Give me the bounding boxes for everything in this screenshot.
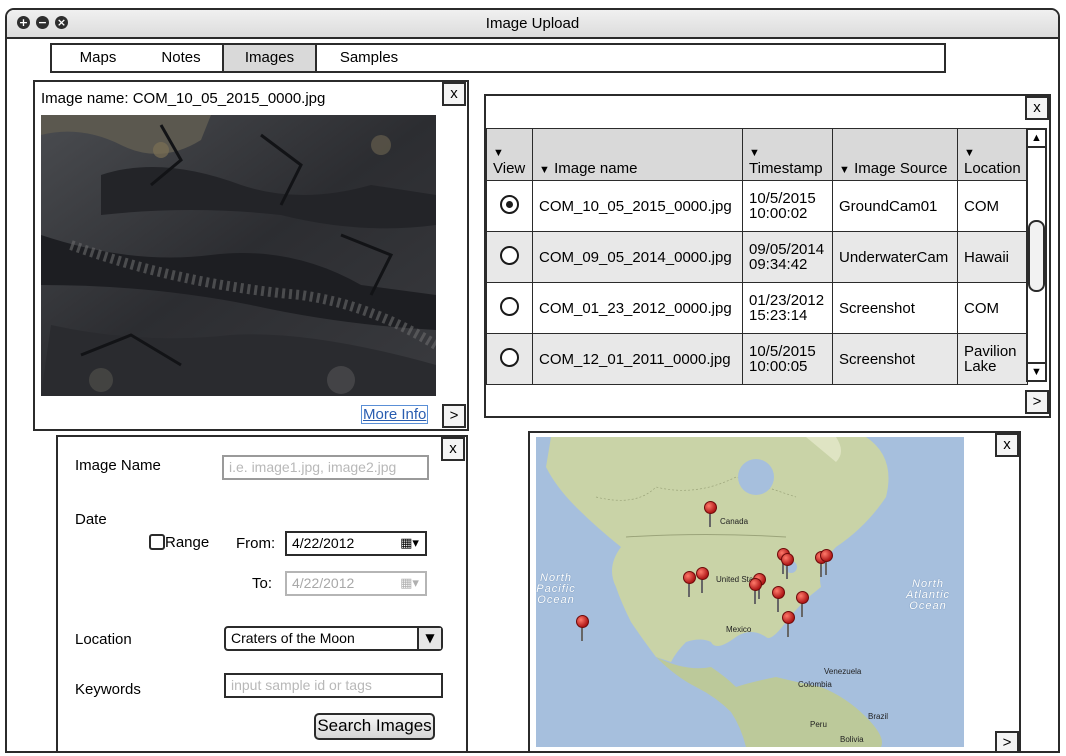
map-pin-icon[interactable] [820, 549, 833, 575]
tab-bar: Maps Notes Images Samples [50, 43, 946, 73]
chevron-down-icon[interactable]: ▼ [417, 628, 441, 649]
scroll-down-icon[interactable]: ▼ [1028, 362, 1045, 380]
map-label-peru: Peru [810, 720, 827, 729]
preview-image [41, 115, 436, 396]
map-pin-icon[interactable] [576, 615, 589, 641]
map-panel: x Canada United States Mexico Venezuela … [528, 431, 1021, 751]
search-images-button[interactable]: Search Images [314, 713, 435, 740]
location-cell: Pavilion Lake [957, 333, 1028, 385]
scroll-up-icon[interactable]: ▲ [1028, 130, 1045, 148]
sort-arrow-icon: ▼ [964, 147, 975, 159]
results-panel-next-button[interactable]: > [1025, 390, 1049, 414]
calendar-disabled-icon: ▦▾ [400, 576, 419, 591]
image-name-cell: COM_01_23_2012_0000.jpg [532, 282, 743, 334]
view-radio[interactable] [500, 245, 519, 265]
map-label-canada: Canada [720, 517, 749, 526]
timestamp-cell: 09/05/2014 09:34:42 [742, 231, 833, 283]
sort-arrow-icon: ▼ [539, 164, 550, 176]
column-header-image-source[interactable]: ▼ Image Source [832, 128, 958, 181]
tab-samples[interactable]: Samples [320, 45, 418, 71]
map-pin-icon[interactable] [782, 611, 795, 637]
map-label-bolivia: Bolivia [840, 735, 864, 744]
location-cell: Hawaii [957, 231, 1028, 283]
image-name-input[interactable]: i.e. image1.jpg, image2.jpg [222, 455, 429, 480]
image-name-cell: COM_12_01_2011_0000.jpg [532, 333, 743, 385]
map-panel-close-button[interactable]: x [995, 433, 1019, 457]
table-row[interactable]: COM_10_05_2015_0000.jpg 10/5/2015 10:00:0… [486, 180, 1028, 232]
keywords-label: Keywords [75, 681, 141, 698]
view-radio[interactable] [500, 296, 519, 316]
image-name-label: Image Name [75, 457, 161, 474]
image-upload-window: + − × Image Upload Maps Notes Images Sam… [5, 8, 1060, 753]
map-label-colombia: Colombia [798, 680, 832, 689]
location-select[interactable]: Craters of the Moon [224, 626, 443, 651]
map-label-mexico: Mexico [726, 625, 752, 634]
map-label-venezuela: Venezuela [824, 667, 862, 676]
map-pin-icon[interactable] [704, 501, 717, 527]
tab-images[interactable]: Images [222, 45, 317, 71]
sort-arrow-icon: ▼ [493, 147, 504, 159]
image-source-cell: UnderwaterCam [832, 231, 958, 283]
range-label: Range [165, 534, 210, 551]
map-pin-icon[interactable] [696, 567, 709, 593]
location-cell: COM [957, 180, 1028, 232]
image-panel-close-button[interactable]: x [442, 82, 466, 106]
tab-maps[interactable]: Maps [60, 45, 136, 71]
map-pin-icon[interactable] [781, 553, 794, 579]
map-panel-next-button[interactable]: > [995, 731, 1019, 751]
map-label-north-atlantic: North Atlantic Ocean [905, 578, 951, 612]
map-pin-icon[interactable] [796, 591, 809, 617]
location-cell: COM [957, 282, 1028, 334]
range-checkbox-group[interactable]: Range [149, 534, 209, 551]
map-pin-icon[interactable] [772, 586, 785, 612]
map-label-north-pacific: North Pacific Ocean [536, 572, 576, 606]
table-row[interactable]: COM_01_23_2012_0000.jpg 01/23/2012 15:23:… [486, 282, 1028, 334]
sort-arrow-icon: ▼ [839, 164, 850, 176]
to-label: To: [252, 575, 273, 592]
image-preview-panel: Image name: COM_10_05_2015_0000.jpg x Mo… [33, 80, 469, 431]
table-row[interactable]: COM_12_01_2011_0000.jpg 10/5/2015 10:00:0… [486, 333, 1028, 385]
date-label: Date [75, 511, 107, 528]
window-title: Image Upload [485, 15, 580, 32]
image-name-cell: COM_10_05_2015_0000.jpg [532, 180, 743, 232]
image-name-cell: COM_09_05_2014_0000.jpg [532, 231, 743, 283]
table-row[interactable]: COM_09_05_2014_0000.jpg 09/05/2014 09:34:… [486, 231, 1028, 283]
results-panel: x ▼ View ▼ Image name ▼ Timestamp ▼ Image … [484, 94, 1051, 418]
search-panel-close-button[interactable]: x [441, 437, 465, 461]
title-bar: + − × Image Upload [7, 10, 1058, 39]
view-radio-selected[interactable] [500, 194, 519, 214]
more-info-link[interactable]: More Info [361, 405, 429, 424]
lava-rock-image [41, 115, 436, 396]
results-table: ▼ View ▼ Image name ▼ Timestamp ▼ Image So… [486, 128, 1028, 385]
tab-notes[interactable]: Notes [142, 45, 220, 71]
location-label: Location [75, 631, 132, 648]
results-panel-close-button[interactable]: x [1025, 96, 1049, 120]
view-radio[interactable] [500, 347, 519, 367]
from-label: From: [236, 535, 276, 552]
map-view[interactable]: Canada United States Mexico Venezuela Co… [536, 437, 964, 747]
table-scrollbar[interactable]: ▲ ▼ [1026, 128, 1047, 382]
map-pin-icon[interactable] [749, 578, 762, 604]
map-label-brazil: Brazil [868, 712, 889, 721]
column-header-location[interactable]: ▼ Location [957, 128, 1028, 181]
image-source-cell: GroundCam01 [832, 180, 958, 232]
image-panel-next-button[interactable]: > [442, 404, 466, 428]
column-header-image-name[interactable]: ▼ Image name [532, 128, 743, 181]
image-source-cell: Screenshot [832, 333, 958, 385]
image-name-caption: Image name: COM_10_05_2015_0000.jpg [41, 90, 326, 107]
column-header-view[interactable]: ▼ View [486, 128, 533, 181]
table-header-row: ▼ View ▼ Image name ▼ Timestamp ▼ Image So… [486, 128, 1028, 181]
range-checkbox[interactable] [149, 534, 165, 550]
timestamp-cell: 10/5/2015 10:00:05 [742, 333, 833, 385]
scroll-thumb[interactable] [1028, 220, 1045, 292]
sort-arrow-icon: ▼ [749, 147, 760, 159]
search-form-panel: x Image Name i.e. image1.jpg, image2.jpg… [56, 435, 468, 751]
timestamp-cell: 01/23/2012 15:23:14 [742, 282, 833, 334]
map-pin-icon[interactable] [683, 571, 696, 597]
timestamp-cell: 10/5/2015 10:00:02 [742, 180, 833, 232]
calendar-icon[interactable]: ▦▾ [394, 533, 425, 554]
image-source-cell: Screenshot [832, 282, 958, 334]
column-header-timestamp[interactable]: ▼ Timestamp [742, 128, 833, 181]
keywords-input[interactable]: input sample id or tags [224, 673, 443, 698]
